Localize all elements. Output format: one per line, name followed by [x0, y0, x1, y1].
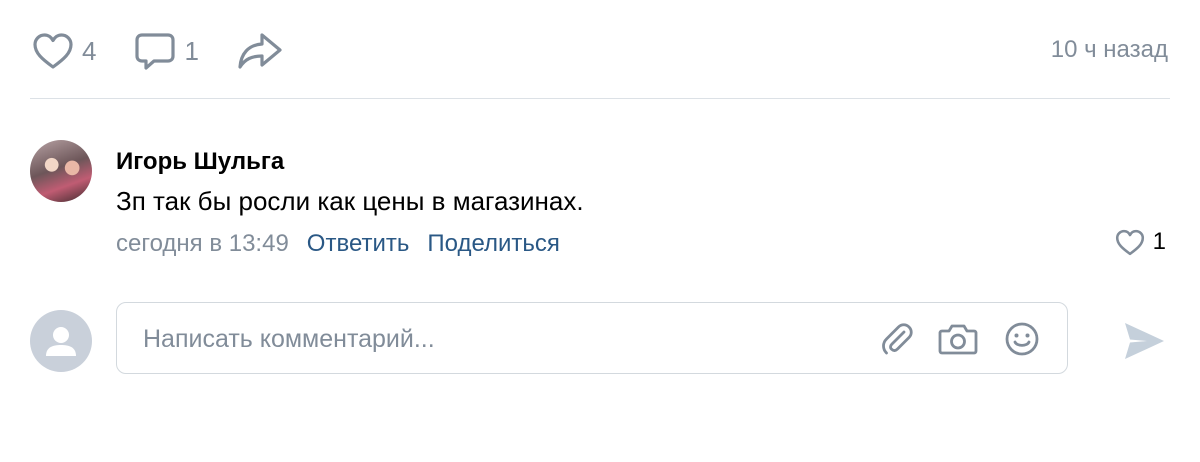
comment-composer: [30, 302, 1170, 378]
comment-meta: сегодня в 13:49 Ответить Поделиться: [116, 230, 578, 258]
avatar[interactable]: [30, 140, 92, 202]
reply-link[interactable]: Ответить: [307, 230, 410, 258]
paperclip-icon[interactable]: [877, 320, 915, 363]
send-button[interactable]: [1122, 320, 1166, 367]
comment-like-count: 1: [1152, 228, 1166, 255]
user-silhouette-icon: [46, 327, 76, 356]
comment-author[interactable]: Игорь Шульга: [116, 148, 284, 176]
comment-input[interactable]: [141, 303, 845, 375]
post-timestamp: 10 ч назад: [1050, 36, 1168, 63]
comment-text: Зп так бы росли как цены в магазинах.: [116, 186, 584, 216]
comment-button[interactable]: 1: [134, 31, 199, 71]
like-button[interactable]: 4: [32, 32, 96, 70]
camera-icon[interactable]: [937, 320, 979, 363]
comment-bubble-icon: [135, 33, 176, 70]
comment-like-button[interactable]: 1: [1115, 228, 1166, 256]
share-button[interactable]: [237, 31, 283, 71]
heart-icon: [1115, 229, 1144, 255]
comment-count: 1: [184, 35, 199, 66]
send-icon: [1125, 323, 1164, 359]
comment-input-box[interactable]: [116, 302, 1068, 375]
divider: [30, 98, 1170, 99]
heart-icon: [33, 33, 73, 69]
share-link[interactable]: Поделиться: [427, 230, 560, 258]
like-count: 4: [82, 35, 97, 66]
comment-item: Игорь Шульга Зп так бы росли как цены в …: [30, 140, 1170, 270]
comment-time[interactable]: сегодня в 13:49: [116, 230, 289, 258]
post-actions: 4 1: [32, 28, 321, 74]
current-user-avatar: [30, 310, 92, 372]
share-arrow-icon: [238, 33, 282, 69]
smiley-icon[interactable]: [1003, 320, 1041, 363]
